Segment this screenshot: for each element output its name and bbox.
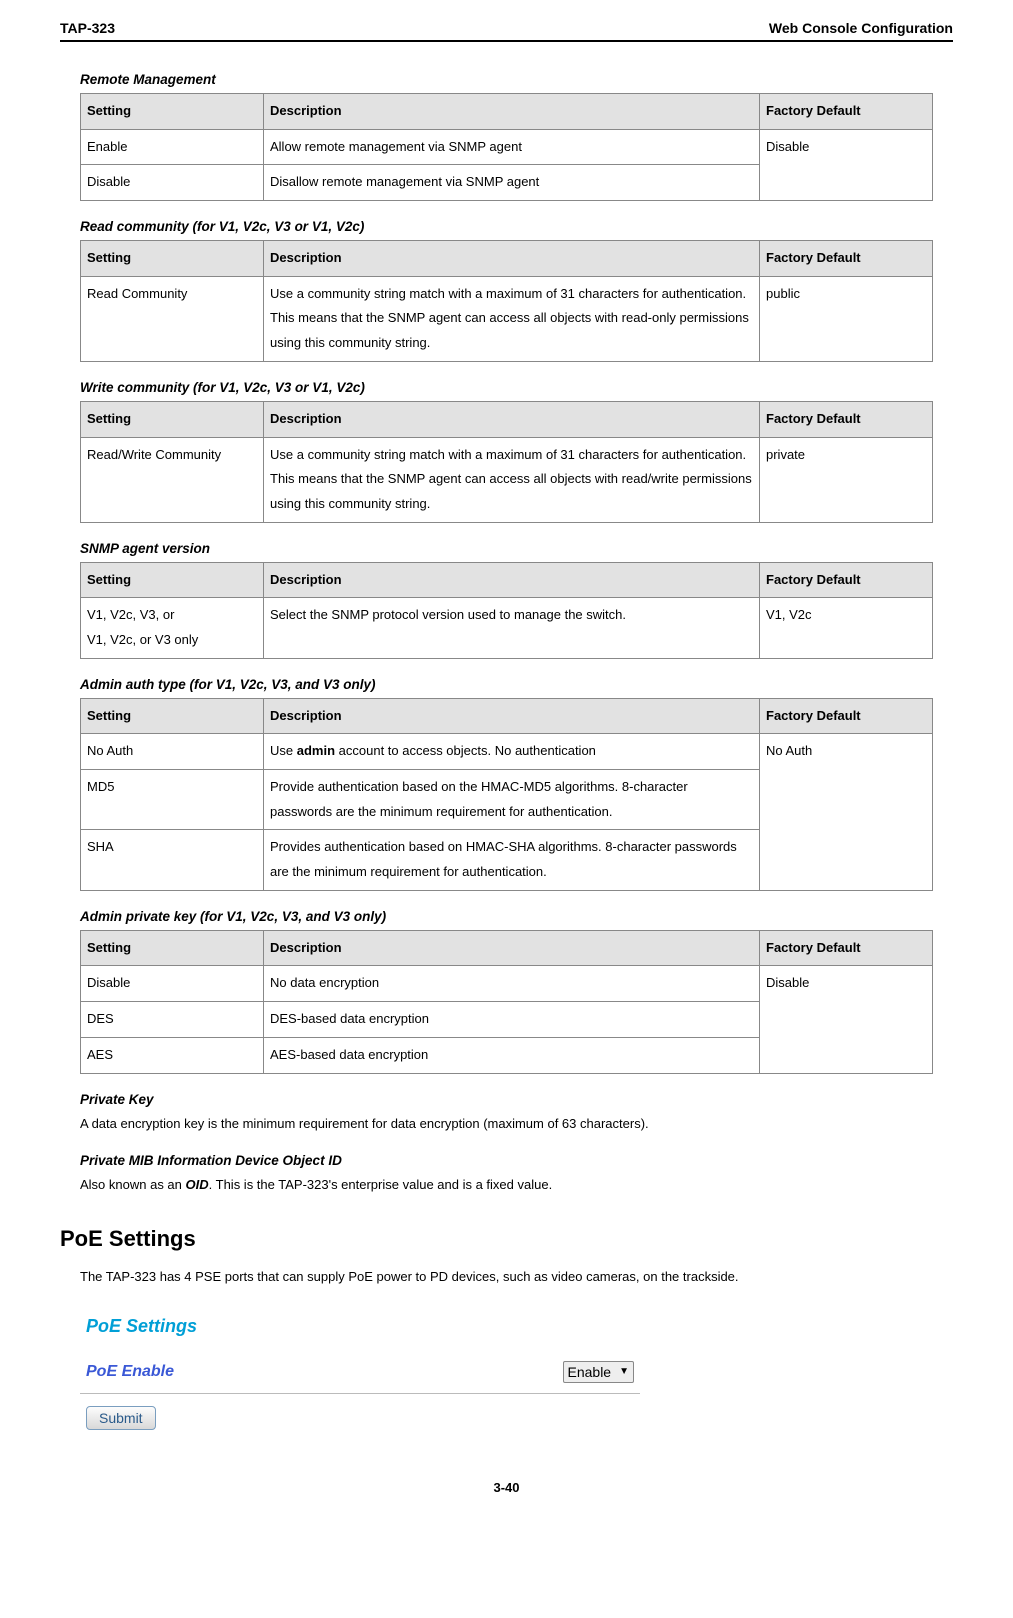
poe-enable-label: PoE Enable (86, 1363, 174, 1381)
setting-cell: Disable (81, 165, 264, 201)
table-heading: Admin auth type (for V1, V2c, V3, and V3… (80, 677, 933, 692)
private-key-heading: Private Key (80, 1092, 933, 1107)
description-cell: DES-based data encryption (264, 1002, 760, 1038)
table-header-cell: Description (264, 241, 760, 277)
table-header-cell: Description (264, 94, 760, 130)
poe-settings-panel: PoE Settings PoE Enable Enable ▼ Submit (80, 1308, 640, 1430)
poe-panel-title: PoE Settings (80, 1308, 640, 1355)
table-header-cell: Factory Default (760, 94, 933, 130)
poe-heading: PoE Settings (60, 1226, 933, 1252)
table-header-cell: Factory Default (760, 930, 933, 966)
table-heading: SNMP agent version (80, 541, 933, 556)
table-header-cell: Setting (81, 562, 264, 598)
table-row: EnableAllow remote management via SNMP a… (81, 129, 933, 165)
table-heading: Admin private key (for V1, V2c, V3, and … (80, 909, 933, 924)
description-cell: Use a community string match with a maxi… (264, 437, 760, 522)
setting-cell: Disable (81, 966, 264, 1002)
table-heading: Write community (for V1, V2c, V3 or V1, … (80, 380, 933, 395)
default-cell: No Auth (760, 734, 933, 890)
setting-cell: DES (81, 1002, 264, 1038)
description-cell: Allow remote management via SNMP agent (264, 129, 760, 165)
table-heading: Remote Management (80, 72, 933, 87)
page-number: 3-40 (60, 1480, 953, 1495)
description-cell: Select the SNMP protocol version used to… (264, 598, 760, 658)
page-header: TAP-323 Web Console Configuration (60, 20, 953, 42)
default-cell: Disable (760, 129, 933, 200)
header-right: Web Console Configuration (769, 20, 953, 36)
private-key-text: A data encryption key is the minimum req… (80, 1113, 933, 1135)
setting-cell: MD5 (81, 770, 264, 830)
table-header-cell: Setting (81, 698, 264, 734)
settings-table: SettingDescriptionFactory DefaultRead Co… (80, 240, 933, 362)
default-cell: V1, V2c (760, 598, 933, 658)
table-row: Read CommunityUse a community string mat… (81, 276, 933, 361)
description-cell: Use admin account to access objects. No … (264, 734, 760, 770)
table-header-cell: Setting (81, 401, 264, 437)
table-header-cell: Factory Default (760, 401, 933, 437)
setting-cell: No Auth (81, 734, 264, 770)
table-header-cell: Setting (81, 930, 264, 966)
table-header-cell: Description (264, 401, 760, 437)
default-cell: private (760, 437, 933, 522)
settings-table: SettingDescriptionFactory DefaultNo Auth… (80, 698, 933, 891)
settings-table: SettingDescriptionFactory DefaultRead/Wr… (80, 401, 933, 523)
table-header-cell: Setting (81, 94, 264, 130)
private-mib-heading: Private MIB Information Device Object ID (80, 1153, 933, 1168)
table-row: DisableNo data encryptionDisable (81, 966, 933, 1002)
settings-table: SettingDescriptionFactory DefaultDisable… (80, 930, 933, 1074)
setting-cell: V1, V2c, V3, orV1, V2c, or V3 only (81, 598, 264, 658)
table-header-cell: Factory Default (760, 562, 933, 598)
table-header-cell: Factory Default (760, 698, 933, 734)
private-mib-text: Also known as an OID. This is the TAP-32… (80, 1174, 933, 1196)
setting-cell: SHA (81, 830, 264, 890)
setting-cell: Enable (81, 129, 264, 165)
settings-table: SettingDescriptionFactory DefaultV1, V2c… (80, 562, 933, 659)
default-cell: public (760, 276, 933, 361)
description-cell: Use a community string match with a maxi… (264, 276, 760, 361)
description-cell: Provide authentication based on the HMAC… (264, 770, 760, 830)
chevron-down-icon: ▼ (619, 1366, 629, 1377)
poe-intro: The TAP-323 has 4 PSE ports that can sup… (80, 1266, 933, 1288)
header-left: TAP-323 (60, 20, 115, 36)
setting-cell: Read/Write Community (81, 437, 264, 522)
description-cell: AES-based data encryption (264, 1037, 760, 1073)
table-header-cell: Description (264, 930, 760, 966)
table-heading: Read community (for V1, V2c, V3 or V1, V… (80, 219, 933, 234)
description-cell: Provides authentication based on HMAC-SH… (264, 830, 760, 890)
submit-button[interactable]: Submit (86, 1406, 156, 1430)
table-header-cell: Description (264, 562, 760, 598)
description-cell: No data encryption (264, 966, 760, 1002)
table-header-cell: Setting (81, 241, 264, 277)
table-row: No AuthUse admin account to access objec… (81, 734, 933, 770)
table-header-cell: Factory Default (760, 241, 933, 277)
table-header-cell: Description (264, 698, 760, 734)
table-row: Read/Write CommunityUse a community stri… (81, 437, 933, 522)
setting-cell: Read Community (81, 276, 264, 361)
poe-enable-select[interactable]: Enable ▼ (563, 1361, 635, 1383)
table-row: V1, V2c, V3, orV1, V2c, or V3 onlySelect… (81, 598, 933, 658)
settings-table: SettingDescriptionFactory DefaultEnableA… (80, 93, 933, 201)
description-cell: Disallow remote management via SNMP agen… (264, 165, 760, 201)
content: Remote ManagementSettingDescriptionFacto… (60, 72, 953, 1430)
setting-cell: AES (81, 1037, 264, 1073)
default-cell: Disable (760, 966, 933, 1073)
